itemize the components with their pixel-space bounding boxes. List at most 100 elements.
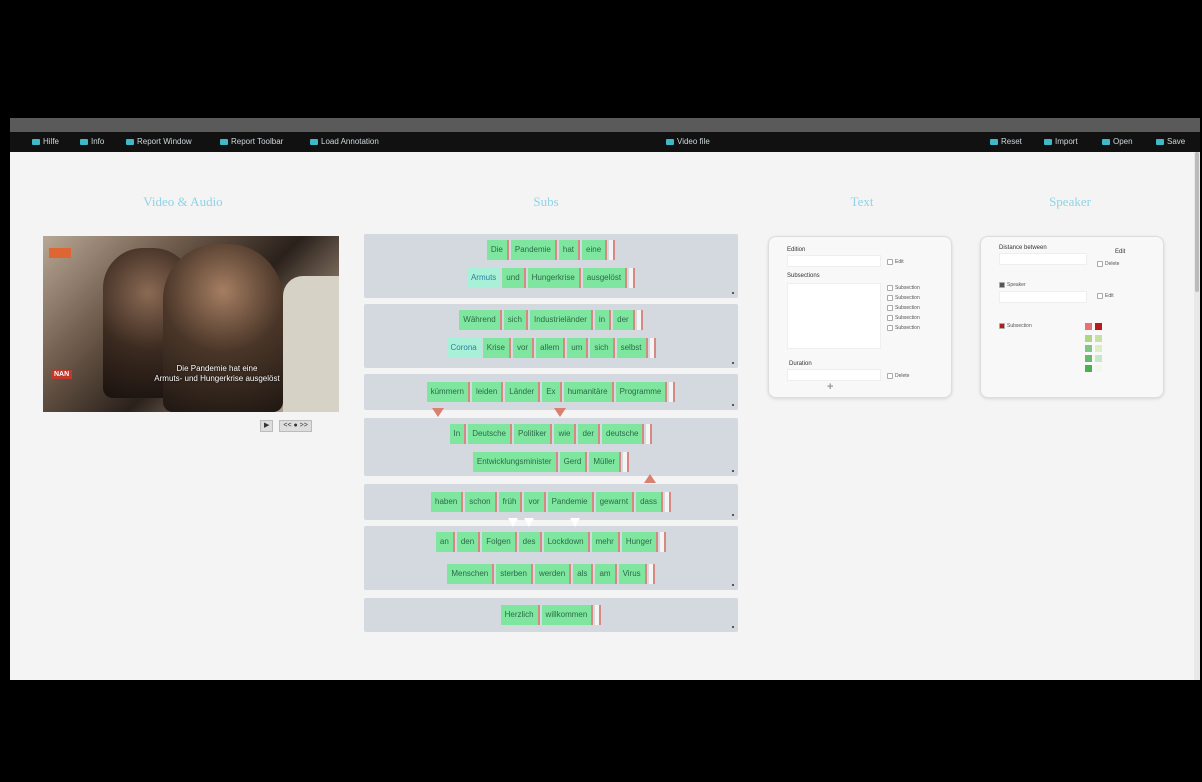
video-player[interactable]: NAN Die Pandemie hat eine Armuts- und Hu… [43,236,339,412]
merge-arrow-icon[interactable] [432,408,444,417]
line-end-handle[interactable] [595,605,602,625]
word-token[interactable]: Länder [505,382,541,402]
subtitle-block[interactable]: Während sich Industrieländer in der Corona Kri… [364,304,738,368]
color-swatch[interactable] [1085,345,1092,352]
word-token[interactable]: dass [636,492,663,512]
subtitle-block[interactable]: an den Folgen des Lockdown mehr Hunger Menschen… [364,526,738,590]
resize-handle[interactable] [732,514,734,516]
duration-input[interactable] [787,369,881,381]
word-token[interactable]: sterben [496,564,533,584]
word-token[interactable]: leiden [471,382,504,402]
nav-save[interactable]: Save [1156,132,1185,152]
word-token[interactable]: deutsche [602,424,645,444]
word-token[interactable]: Die [486,240,509,260]
subsection-toggle[interactable]: Subsection [999,323,1032,329]
word-token[interactable]: der [613,310,635,330]
subsection-option[interactable]: Subsection [887,305,920,311]
resize-handle[interactable] [732,626,734,628]
scrollbar-thumb[interactable] [1195,152,1199,292]
nav-video-file[interactable]: Video file [666,132,710,152]
page-scrollbar[interactable] [1194,152,1200,680]
word-token[interactable]: sich [503,310,528,330]
subtitle-block[interactable]: In Deutsche Politiker wie der deutsche Entwick… [364,418,738,476]
word-token[interactable]: Pandemie [510,240,557,260]
color-swatch[interactable] [1085,335,1092,342]
word-token[interactable]: Hungerkrise [527,268,581,288]
word-token[interactable]: Industrieländer [529,310,593,330]
word-token[interactable]: gewarnt [595,492,635,512]
word-token[interactable]: der [578,424,601,444]
nav-help[interactable]: Hilfe [32,132,59,152]
word-token[interactable]: ausgelöst [582,268,628,288]
word-token[interactable]: Während [459,310,502,330]
word-token[interactable]: Pandemie [547,492,594,512]
word-token[interactable]: Politiker [513,424,553,444]
resize-handle[interactable] [732,292,734,294]
move-arrow-icon[interactable] [570,518,580,527]
color-swatch[interactable] [1095,355,1102,362]
nav-open[interactable]: Open [1102,132,1133,152]
word-token[interactable]: werden [534,564,572,584]
word-token[interactable]: Folgen [482,532,517,552]
word-token[interactable]: hat [558,240,581,260]
color-swatch[interactable] [1095,345,1102,352]
word-token[interactable]: Entwicklungsminister [472,452,558,472]
nav-reset[interactable]: Reset [990,132,1022,152]
nav-report-toolbar[interactable]: Report Toolbar [220,132,283,152]
subtitle-block[interactable]: kümmern leiden Länder Ex humanitäre Programme [364,374,738,410]
word-token[interactable]: Hunger [621,532,659,552]
word-token[interactable]: und [502,268,526,288]
color-swatch[interactable] [1095,323,1102,330]
speaker-edit-checkbox[interactable]: Edit [1097,293,1114,299]
line-end-handle[interactable] [609,240,616,260]
word-token[interactable]: haben [431,492,464,512]
word-token[interactable]: vor [524,492,546,512]
speaker-toggle[interactable]: Speaker [999,282,1026,288]
word-token[interactable]: vor [512,338,535,358]
word-token[interactable]: Programme [615,382,668,402]
word-token[interactable]: wie [554,424,577,444]
color-swatch[interactable] [1085,323,1092,330]
word-token[interactable]: schon [465,492,497,512]
subtitle-block[interactable]: Die Pandemie hat eine Armuts und Hungerkrise au… [364,234,738,298]
line-end-handle[interactable] [660,532,667,552]
word-token[interactable]: allem [536,338,566,358]
speaker-tag[interactable]: Corona [446,338,481,358]
word-token[interactable]: Virus [618,564,647,584]
color-swatch[interactable] [1095,335,1102,342]
move-arrow-icon[interactable] [524,518,534,527]
split-arrow-icon[interactable] [644,474,656,483]
edition-input[interactable] [787,255,881,267]
line-end-handle[interactable] [646,424,653,444]
color-swatch[interactable] [1085,355,1092,362]
edit-checkbox[interactable]: Edit [887,259,904,265]
add-button[interactable]: + [827,381,833,393]
word-token[interactable]: Lockdown [543,532,590,552]
word-token[interactable]: eine [582,240,608,260]
word-token[interactable]: Ex [542,382,562,402]
word-token[interactable]: willkommen [541,605,594,625]
line-end-handle[interactable] [648,564,655,584]
line-end-handle[interactable] [629,268,636,288]
nav-info[interactable]: Info [80,132,104,152]
word-token[interactable]: Herzlich [500,605,540,625]
subsections-textarea[interactable] [787,283,881,349]
nav-load-annotation[interactable]: Load Annotation [310,132,379,152]
word-token[interactable]: des [518,532,542,552]
nav-import[interactable]: Import [1044,132,1078,152]
word-token[interactable]: sich [590,338,615,358]
word-token[interactable]: Müller [589,452,622,472]
distance-delete-checkbox[interactable]: Delete [1097,261,1119,267]
word-token[interactable]: um [567,338,589,358]
speed-control[interactable]: << ● >> [279,420,312,432]
subsection-option[interactable]: Subsection [887,315,920,321]
resize-handle[interactable] [732,404,734,406]
word-token[interactable]: kümmern [426,382,470,402]
subsection-option[interactable]: Subsection [887,295,920,301]
word-token[interactable]: den [456,532,481,552]
word-token[interactable]: als [573,564,594,584]
subtitle-block[interactable]: Herzlich willkommen [364,598,738,632]
move-arrow-icon[interactable] [508,518,518,527]
resize-handle[interactable] [732,584,734,586]
word-token[interactable]: früh [498,492,523,512]
